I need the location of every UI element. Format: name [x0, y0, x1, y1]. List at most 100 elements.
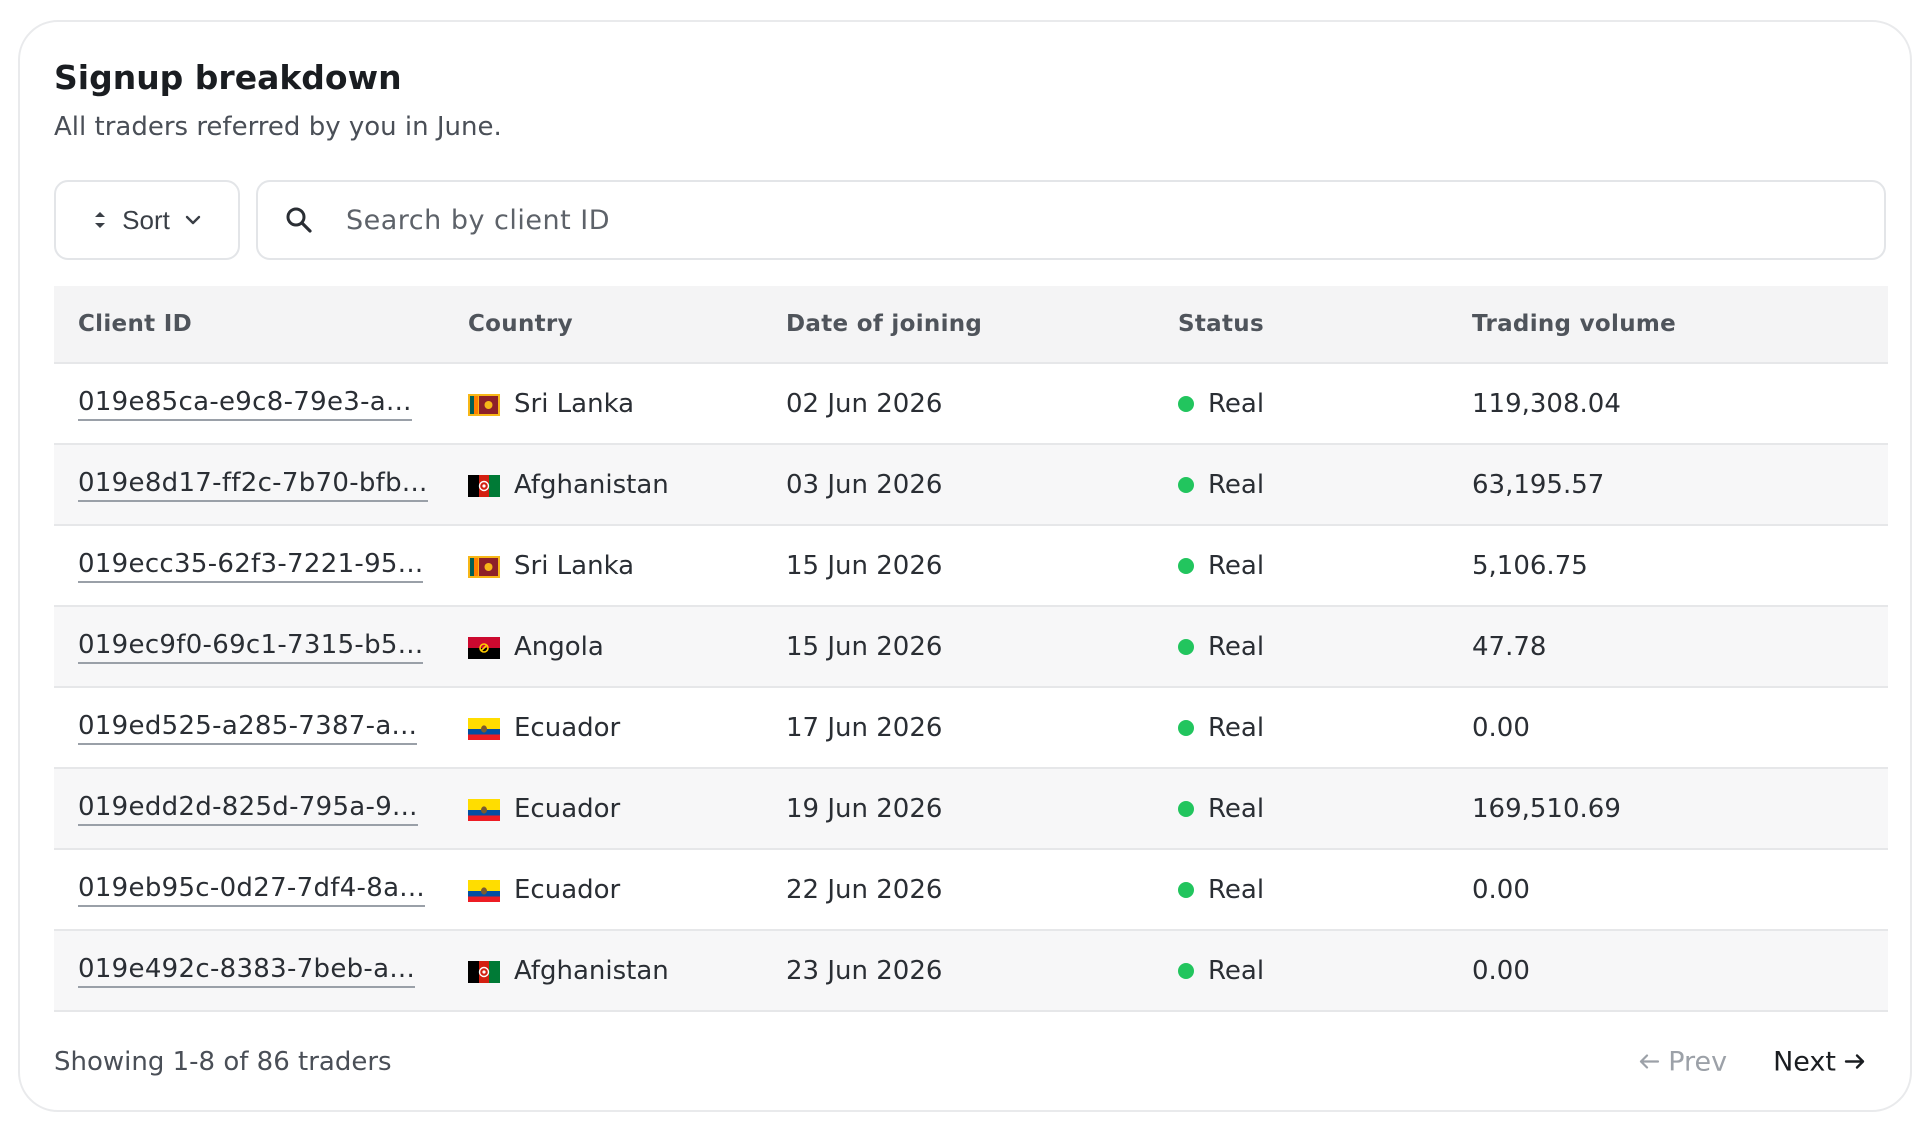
status-dot-icon [1178, 800, 1194, 817]
country-cell: Sri Lanka [468, 551, 634, 581]
client-id-link[interactable]: 019ec9f0-69c1-7315-b5... [78, 630, 424, 664]
client-id-cell: 019eb95c-0d27-7df4-8a... [78, 873, 425, 907]
trading-volume-cell: 119,308.04 [1472, 388, 1621, 419]
client-id-cell: 019ed525-a285-7387-a... [78, 711, 418, 745]
search-icon [282, 203, 316, 237]
status-label: Real [1208, 631, 1265, 662]
date-cell: 19 Jun 2026 [786, 793, 943, 824]
column-header-date[interactable]: Date of joining [786, 311, 982, 337]
sri-lanka-flag-icon [468, 555, 500, 578]
table-row: 019e8d17-ff2c-7b70-bfb... Afghanistan 03 J… [54, 445, 1888, 526]
chevron-down-icon [184, 214, 202, 226]
column-header-country[interactable]: Country [468, 311, 573, 337]
table-header: Client ID Country Date of joining Status… [54, 286, 1888, 364]
date-cell: 23 Jun 2026 [786, 955, 943, 986]
status-dot-icon [1178, 638, 1194, 655]
status-cell: Real [1178, 956, 1264, 986]
client-id-link[interactable]: 019ed525-a285-7387-a... [78, 711, 418, 745]
sri-lanka-flag-icon [468, 393, 500, 416]
country-cell: Ecuador [468, 875, 620, 905]
ecuador-flag-icon [468, 717, 500, 740]
date-cell: 02 Jun 2026 [786, 388, 943, 419]
country-name: Afghanistan [514, 955, 669, 986]
status-cell: Real [1178, 794, 1264, 824]
afghanistan-flag-icon [468, 474, 500, 497]
status-label: Real [1208, 874, 1265, 905]
date-cell: 17 Jun 2026 [786, 712, 943, 743]
arrow-right-icon [1844, 1047, 1866, 1078]
client-id-cell: 019e492c-8383-7beb-a... [78, 954, 416, 988]
ecuador-flag-icon [468, 798, 500, 821]
client-id-link[interactable]: 019ecc35-62f3-7221-95... [78, 549, 424, 583]
country-name: Sri Lanka [514, 388, 635, 419]
client-id-cell: 019e8d17-ff2c-7b70-bfb... [78, 468, 428, 502]
signup-breakdown-card: Signup breakdown All traders referred by… [18, 20, 1912, 1112]
client-id-link[interactable]: 019eb95c-0d27-7df4-8a... [78, 873, 425, 907]
traders-table: Client ID Country Date of joining Status… [54, 286, 1888, 1012]
table-row: 019ecc35-62f3-7221-95... Sri Lanka 15 Jun … [54, 526, 1888, 607]
trading-volume-cell: 47.78 [1472, 631, 1547, 662]
country-name: Angola [514, 631, 604, 662]
status-label: Real [1208, 388, 1265, 419]
date-cell: 03 Jun 2026 [786, 469, 943, 500]
arrow-left-icon [1638, 1047, 1660, 1078]
table-row: 019e492c-8383-7beb-a... Afghanistan 23 Jun… [54, 931, 1888, 1012]
search-box[interactable] [256, 180, 1886, 260]
country-name: Ecuador [514, 793, 621, 824]
trading-volume-cell: 5,106.75 [1472, 550, 1588, 581]
country-cell: Afghanistan [468, 470, 669, 500]
client-id-link[interactable]: 019e492c-8383-7beb-a... [78, 954, 416, 988]
status-label: Real [1208, 793, 1265, 824]
angola-flag-icon [468, 636, 500, 659]
status-dot-icon [1178, 962, 1194, 979]
country-name: Ecuador [514, 712, 621, 743]
status-cell: Real [1178, 875, 1264, 905]
client-id-cell: 019ec9f0-69c1-7315-b5... [78, 630, 424, 664]
date-cell: 15 Jun 2026 [786, 550, 943, 581]
pagination: Prev Next [1638, 1047, 1866, 1078]
trading-volume-cell: 0.00 [1472, 712, 1530, 743]
status-cell: Real [1178, 632, 1264, 662]
client-id-cell: 019ecc35-62f3-7221-95... [78, 549, 424, 583]
table-row: 019edd2d-825d-795a-9... Ecuador 19 Jun 202… [54, 769, 1888, 850]
sort-button[interactable]: Sort [54, 180, 240, 260]
afghanistan-flag-icon [468, 960, 500, 983]
sort-icon [92, 208, 108, 232]
status-cell: Real [1178, 713, 1264, 743]
status-dot-icon [1178, 719, 1194, 736]
country-name: Afghanistan [514, 469, 669, 500]
country-cell: Ecuador [468, 713, 620, 743]
status-cell: Real [1178, 389, 1264, 419]
status-dot-icon [1178, 881, 1194, 898]
prev-page-button[interactable]: Prev [1638, 1047, 1727, 1078]
client-id-link[interactable]: 019e85ca-e9c8-79e3-a... [78, 387, 412, 421]
trading-volume-cell: 0.00 [1472, 955, 1530, 986]
trading-volume-cell: 169,510.69 [1472, 793, 1621, 824]
page-title: Signup breakdown [54, 58, 402, 97]
table-row: 019ec9f0-69c1-7315-b5... Angola 15 Jun 202… [54, 607, 1888, 688]
next-label: Next [1773, 1046, 1836, 1078]
column-header-status[interactable]: Status [1178, 311, 1264, 337]
country-cell: Angola [468, 632, 604, 662]
column-header-client-id[interactable]: Client ID [78, 311, 192, 337]
country-name: Sri Lanka [514, 550, 635, 581]
client-id-link[interactable]: 019edd2d-825d-795a-9... [78, 792, 418, 826]
column-header-trading-volume[interactable]: Trading volume [1472, 311, 1676, 337]
next-page-button[interactable]: Next [1773, 1047, 1866, 1078]
table-row: 019ed525-a285-7387-a... Ecuador 17 Jun 202… [54, 688, 1888, 769]
pagination-summary: Showing 1-8 of 86 traders [54, 1047, 392, 1077]
search-input[interactable] [344, 203, 1748, 237]
table-row: 019eb95c-0d27-7df4-8a... Ecuador 22 Jun 20… [54, 850, 1888, 931]
status-label: Real [1208, 469, 1265, 500]
status-dot-icon [1178, 476, 1194, 493]
sort-label: Sort [122, 204, 170, 235]
status-dot-icon [1178, 557, 1194, 574]
trading-volume-cell: 0.00 [1472, 874, 1530, 905]
ecuador-flag-icon [468, 879, 500, 902]
client-id-link[interactable]: 019e8d17-ff2c-7b70-bfb... [78, 468, 428, 502]
table-row: 019e85ca-e9c8-79e3-a... Sri Lanka 02 Jun 2… [54, 364, 1888, 445]
client-id-cell: 019e85ca-e9c8-79e3-a... [78, 387, 412, 421]
status-cell: Real [1178, 470, 1264, 500]
date-cell: 22 Jun 2026 [786, 874, 943, 905]
country-cell: Afghanistan [468, 956, 669, 986]
